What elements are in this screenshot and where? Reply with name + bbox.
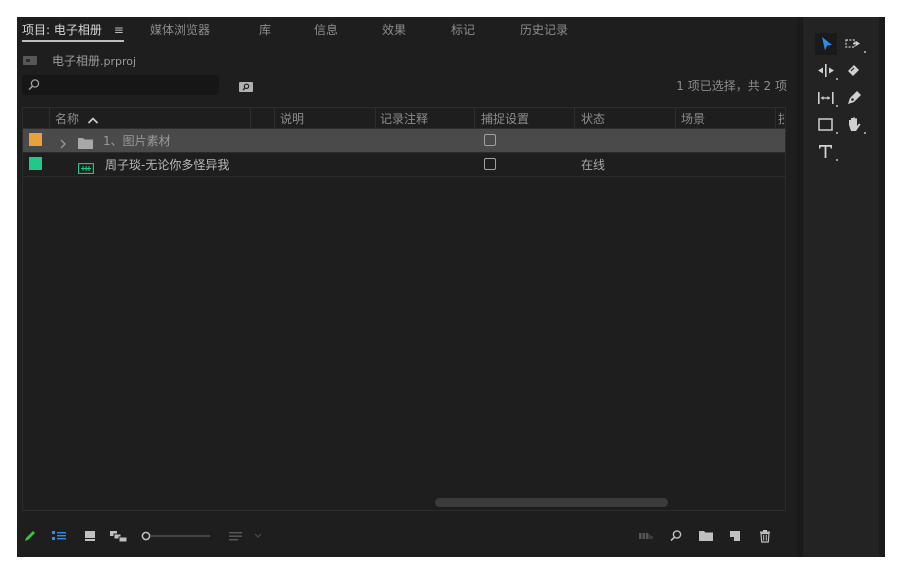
column-divider: [474, 108, 475, 128]
list-view-icon[interactable]: [51, 528, 67, 547]
column-divider: [775, 108, 776, 128]
column-header-name[interactable]: 名称: [55, 110, 99, 127]
project-item-list: 名称 说明 记录注释 捕捉设置 状态 场景 技: [22, 107, 786, 511]
column-header-capture-settings[interactable]: 捕捉设置: [481, 110, 529, 127]
clear-trash-icon[interactable]: [758, 528, 772, 547]
tab-label: 项目: 电子相册: [22, 23, 102, 37]
sort-dropdown-chevron-icon[interactable]: [253, 528, 263, 547]
slip-tool[interactable]: [815, 87, 838, 109]
new-item-icon[interactable]: [728, 528, 742, 547]
tab-effects[interactable]: 效果: [382, 21, 406, 38]
tab-media-browser[interactable]: 媒体浏览器: [150, 21, 210, 38]
active-tab-underline: [22, 40, 124, 42]
column-header-status[interactable]: 状态: [581, 110, 605, 127]
tab-project[interactable]: 项目: 电子相册 ≡: [22, 21, 124, 42]
column-header-truncated[interactable]: 技: [778, 110, 784, 127]
automate-to-sequence-icon[interactable]: [638, 528, 654, 547]
project-path-row: 电子相册.prproj: [17, 51, 797, 69]
column-header-description[interactable]: 说明: [280, 110, 304, 127]
tools-panel: [803, 17, 883, 557]
label-color-swatch[interactable]: [29, 133, 42, 146]
column-label: 名称: [55, 112, 80, 126]
ripple-edit-tool[interactable]: [815, 60, 838, 82]
selection-tool[interactable]: [815, 33, 837, 55]
tab-history[interactable]: 历史记录: [520, 21, 568, 38]
column-header-scene[interactable]: 场景: [681, 110, 705, 127]
project-filename: 电子相册.prproj: [52, 52, 136, 69]
search-icon: [27, 77, 41, 91]
premiere-workspace: 项目: 电子相册 ≡ 媒体浏览器 库 信息 效果 标记 历史记录 电子相册.pr…: [17, 17, 885, 557]
column-divider: [274, 108, 275, 128]
label-color-swatch[interactable]: [29, 157, 42, 170]
type-tool[interactable]: [815, 141, 838, 163]
freeform-view-icon[interactable]: [109, 528, 129, 547]
item-name[interactable]: 1、图片素材: [103, 132, 171, 149]
project-panel: 项目: 电子相册 ≡ 媒体浏览器 库 信息 效果 标记 历史记录 电子相册.pr…: [17, 17, 797, 557]
capture-settings-checkbox[interactable]: [484, 134, 496, 146]
sort-ascending-icon: [87, 113, 99, 127]
track-select-tool[interactable]: [843, 33, 866, 55]
column-divider: [675, 108, 676, 128]
tab-info[interactable]: 信息: [314, 21, 338, 38]
selection-status: 1 项已选择，共 2 项: [676, 79, 787, 93]
folder-icon: [78, 134, 93, 153]
table-header: 名称 说明 记录注释 捕捉设置 状态 场景 技: [23, 108, 785, 129]
new-bin-icon[interactable]: [698, 528, 714, 547]
item-name[interactable]: 周子琰-无论你多怪异我: [105, 156, 229, 173]
hand-tool[interactable]: [843, 114, 866, 136]
capture-settings-checkbox[interactable]: [484, 158, 496, 170]
zoom-slider[interactable]: [141, 528, 211, 547]
new-search-bin-icon[interactable]: [238, 78, 254, 92]
horizontal-scrollbar[interactable]: [435, 498, 668, 507]
project-file-icon: [23, 56, 37, 65]
pen-tool[interactable]: [843, 87, 865, 109]
panel-menu-icon[interactable]: ≡: [114, 23, 124, 37]
project-extension: .prproj: [100, 55, 137, 68]
list-item-bin[interactable]: 1、图片素材: [23, 129, 785, 153]
icon-view-icon[interactable]: [83, 528, 97, 547]
column-divider: [574, 108, 575, 128]
razor-tool[interactable]: [843, 60, 865, 82]
tab-libraries[interactable]: 库: [259, 21, 271, 38]
search-input[interactable]: [22, 75, 219, 95]
sort-icon[interactable]: [228, 528, 244, 547]
project-name: 电子相册: [52, 54, 101, 68]
window-edge: [879, 17, 885, 557]
pencil-icon[interactable]: [23, 528, 37, 547]
list-item-sequence[interactable]: 周子琰-无论你多怪异我 在线: [23, 153, 785, 177]
tab-markers[interactable]: 标记: [451, 21, 475, 38]
item-status: 在线: [581, 158, 606, 172]
panel-tab-bar: 项目: 电子相册 ≡ 媒体浏览器 库 信息 效果 标记 历史记录: [17, 17, 797, 42]
find-icon[interactable]: [669, 528, 683, 547]
column-header-log-note[interactable]: 记录注释: [380, 110, 428, 127]
column-divider: [375, 108, 376, 128]
column-divider: [49, 108, 50, 128]
expand-chevron-icon[interactable]: [59, 134, 67, 153]
sequence-icon: [78, 159, 94, 178]
column-divider: [250, 108, 251, 128]
rectangle-tool[interactable]: [815, 114, 838, 136]
project-panel-footer: [17, 525, 797, 547]
